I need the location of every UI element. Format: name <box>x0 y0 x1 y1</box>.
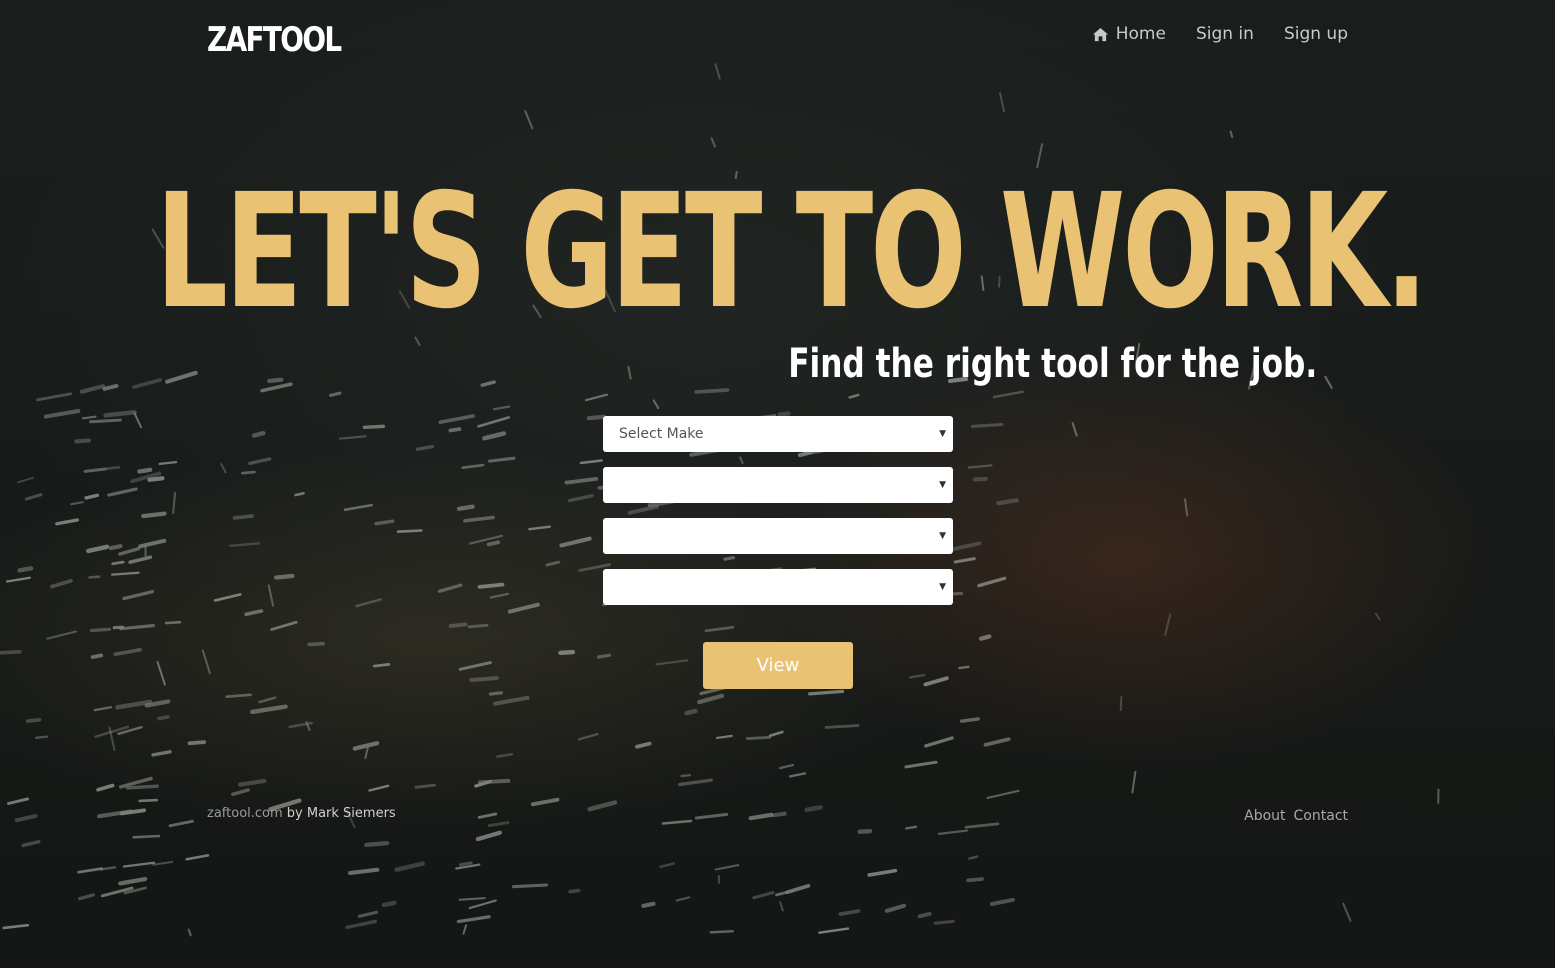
nav-signup-label: Sign up <box>1283 24 1348 44</box>
chevron-down-icon: ▼ <box>939 429 946 439</box>
chevron-down-icon: ▼ <box>939 480 946 490</box>
hero-subtitle: Find the right tool for the job. <box>787 341 1317 387</box>
nav-signup-link[interactable]: Sign up <box>1284 24 1348 44</box>
make-select-value: Select Make <box>619 426 704 442</box>
nav-links: Home Sign in Sign up <box>1092 24 1348 44</box>
footer-contact-link[interactable]: Contact <box>1294 808 1348 824</box>
view-button[interactable]: View <box>703 642 853 689</box>
home-icon <box>1092 27 1108 41</box>
footer-site-link[interactable]: zaftool.com <box>207 806 283 821</box>
footer-credit: zaftool.com by Mark Siemers <box>207 806 396 821</box>
chevron-down-icon: ▼ <box>939 531 946 541</box>
brand-logo[interactable]: ZAFTOOL <box>207 20 342 60</box>
hero-title: LET'S GET TO WORK. <box>155 160 1429 344</box>
chevron-down-icon: ▼ <box>939 582 946 592</box>
make-select[interactable]: Select Make ▼ <box>603 416 953 452</box>
nav-signin-link[interactable]: Sign in <box>1196 24 1254 44</box>
footer-byline: by Mark Siemers <box>282 806 396 821</box>
model-select[interactable]: ▼ <box>603 467 953 503</box>
nav-home-label: Home <box>1115 24 1166 44</box>
page: ZAFTOOL Home Sign in Sign up LET'S GET T… <box>0 0 1555 968</box>
type-select[interactable]: ▼ <box>603 518 953 554</box>
navbar: ZAFTOOL Home Sign in Sign up <box>207 18 1348 62</box>
footer-about-link[interactable]: About <box>1244 808 1285 824</box>
tool-search-form: Select Make ▼ ▼ ▼ ▼ View <box>603 416 953 689</box>
size-select[interactable]: ▼ <box>603 569 953 605</box>
nav-signin-label: Sign in <box>1195 24 1254 44</box>
nav-home-link[interactable]: Home <box>1092 24 1166 44</box>
footer-links: About Contact <box>1244 808 1348 824</box>
